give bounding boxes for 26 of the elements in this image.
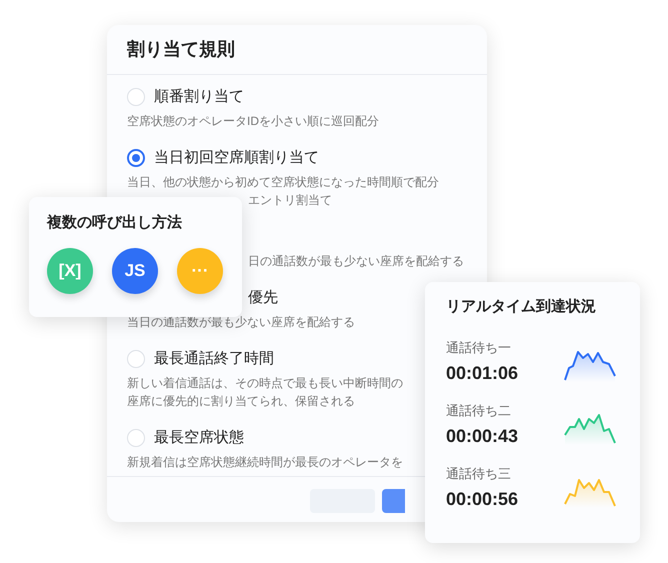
queue-label: 通話待ち二 — [446, 402, 511, 420]
card-title: リアルタイム到達状況 — [446, 297, 597, 317]
radio-button[interactable] — [127, 149, 145, 167]
option-title: 順番割り当て — [154, 86, 244, 107]
panel-title: 割り当て規則 — [127, 38, 235, 61]
wait-time: 00:01:06 — [446, 362, 518, 385]
wait-time: 00:00:43 — [446, 425, 518, 448]
option-description: 座席に優先的に割り当てられ、保留される — [127, 393, 355, 410]
option-description: 空席状態のオペレータIDを小さい順に巡回配分 — [127, 113, 379, 130]
option-description: 当日、他の状態から初めて空席状態になった時間順で配分 — [127, 174, 439, 191]
option-title: 当日初回空席順割り当て — [154, 148, 319, 168]
option-description: エントリ割当て — [248, 192, 332, 209]
wait-time: 00:00:56 — [446, 488, 518, 511]
option-description: 日の通話数が最も少ない座席を配給する — [248, 253, 464, 270]
option-title: 最長通話終了時間 — [154, 348, 274, 369]
option-title: 優先 — [248, 288, 278, 308]
option-title: 最長空席状態 — [154, 428, 244, 448]
option-description: 新規着信は空席状態継続時間が最長のオペレータを — [127, 454, 403, 471]
queue-label: 通話待ち一 — [446, 339, 511, 357]
queue-label: 通話待ち三 — [446, 465, 511, 483]
method-button[interactable]: [X] — [47, 248, 93, 294]
option-description: 新しい着信通話は、その時点で最も長い中断時間の — [127, 375, 403, 392]
method-button[interactable]: ··· — [177, 248, 223, 294]
card-title: 複数の呼び出し方法 — [47, 213, 183, 233]
confirm-button[interactable] — [382, 489, 405, 513]
method-button[interactable]: JS — [112, 248, 158, 294]
